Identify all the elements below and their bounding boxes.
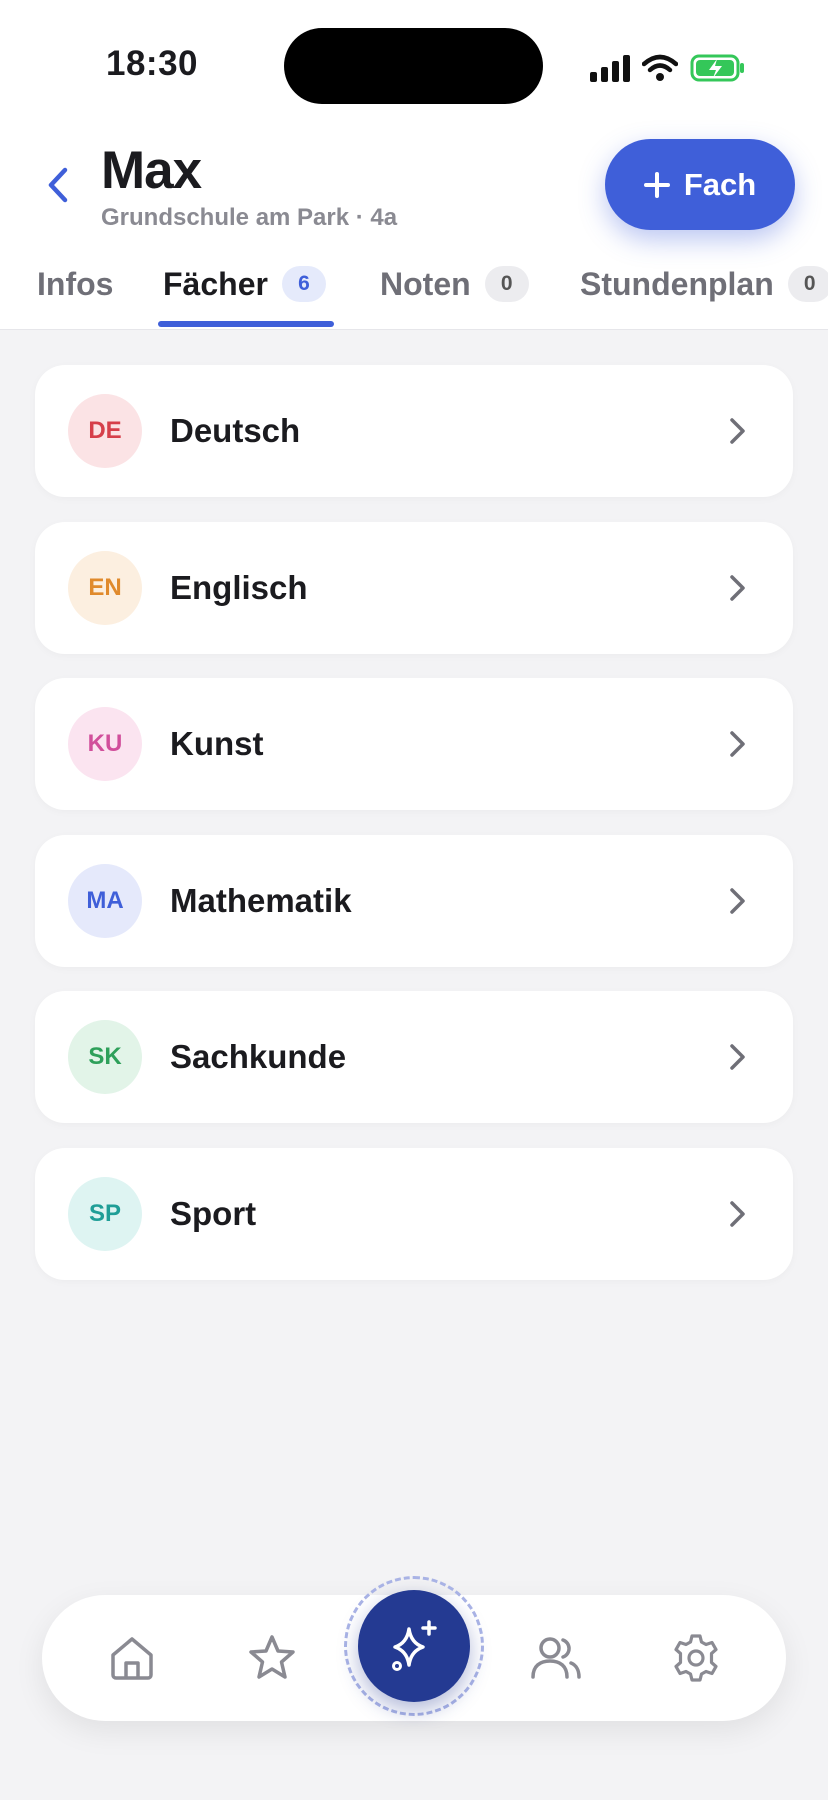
subject-name: Englisch [170,569,308,606]
sparkles-icon [392,1620,437,1671]
home-icon [111,1637,153,1680]
list-item-sachkunde[interactable]: SK Sachkunde [35,991,793,1123]
signal-icon [590,55,630,82]
subject-code: EN [88,574,122,601]
nav-favorites[interactable] [242,1628,302,1688]
subject-code: DE [88,417,122,444]
chevron-right-icon [730,575,745,601]
page-subtitle: Grundschule am Park · 4a [101,204,398,231]
subject-name: Sport [170,1195,257,1232]
plus-icon [643,171,670,198]
subject-code: KU [87,730,123,757]
subject-avatar: SK [68,1020,142,1094]
tab-count-badge: 0 [484,266,529,302]
tab-count-badge: 6 [281,266,326,302]
active-tab-indicator [158,321,334,327]
tab-count-badge: 0 [787,266,828,302]
tab-faecher[interactable]: Fächer 6 [163,258,326,330]
dynamic-island [284,28,543,104]
subject-avatar: EN [68,551,142,625]
subject-name: Mathematik [170,882,352,919]
page-title: Max [101,141,202,200]
users-icon [531,1637,581,1679]
chevron-left-icon [48,167,68,203]
nav-people[interactable] [526,1628,586,1688]
list-item-deutsch[interactable]: DE Deutsch [35,365,793,497]
list-item-kunst[interactable]: KU Kunst [35,678,793,810]
subject-code: MA [86,887,124,914]
list-item-mathematik[interactable]: MA Mathematik [35,835,793,967]
chevron-right-icon [730,888,745,914]
subject-code: SK [88,1043,122,1070]
tab-stundenplan[interactable]: Stundenplan 0 [580,258,828,330]
subject-avatar: MA [68,864,142,938]
tab-label: Noten [380,266,471,302]
subject-code: SP [88,1200,121,1227]
tab-label: Fächer [163,266,268,302]
chevron-right-icon [730,731,745,757]
chevron-right-icon [730,418,745,444]
list-item-sport[interactable]: SP Sport [35,1148,793,1280]
wifi-icon [642,54,678,81]
ai-assistant-button[interactable] [358,1590,470,1702]
chevron-right-icon [730,1044,745,1070]
nav-home[interactable] [102,1628,162,1688]
star-icon [249,1635,295,1679]
header-area: 18:30 Max Grundschule am Park · 4a Fach … [0,0,828,330]
subject-name: Kunst [170,725,264,762]
battery-charging-icon [690,54,744,82]
add-subject-button[interactable]: Fach [605,139,795,230]
nav-settings[interactable] [666,1628,726,1688]
chevron-right-icon [730,1201,745,1227]
status-icons [590,48,746,88]
tab-label: Stundenplan [580,266,774,302]
status-time: 18:30 [106,44,199,83]
subject-avatar: DE [68,394,142,468]
subject-avatar: KU [68,707,142,781]
list-item-englisch[interactable]: EN Englisch [35,522,793,654]
subject-name: Deutsch [170,412,301,449]
subject-name: Sachkunde [170,1038,347,1075]
gear-icon [674,1634,718,1682]
tab-bar: Infos Fächer 6 Noten 0 Stundenplan 0 [0,258,828,330]
subject-avatar: SP [68,1177,142,1251]
tab-infos[interactable]: Infos [37,258,113,330]
tab-noten[interactable]: Noten 0 [380,258,529,330]
add-subject-label: Fach [683,166,757,202]
tab-label: Infos [37,266,114,302]
back-button[interactable] [38,160,78,210]
